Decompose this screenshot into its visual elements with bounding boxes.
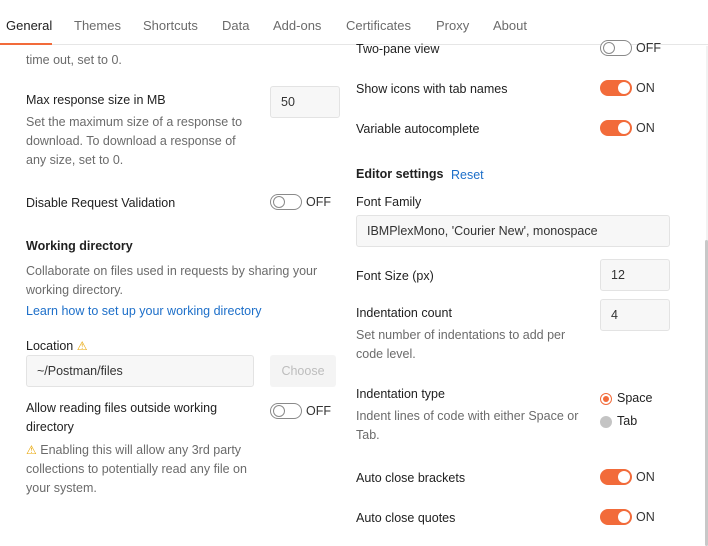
two-pane-state: OFF [636, 41, 661, 55]
indentation-count-value: 4 [611, 308, 618, 322]
warning-icon: ⚠ [26, 443, 37, 457]
auto-close-brackets-label: Auto close brackets [356, 471, 466, 485]
location-input[interactable]: ~/Postman/files [26, 355, 254, 387]
auto-close-brackets-state: ON [636, 470, 655, 484]
font-size-label: Font Size (px) [356, 269, 434, 283]
font-family-input[interactable]: IBMPlexMono, 'Courier New', monospace [356, 215, 670, 247]
disable-validation-state: OFF [306, 195, 331, 209]
tab-certificates[interactable]: Certificates [346, 18, 411, 33]
indentation-type-label: Indentation type [356, 387, 445, 401]
location-label: Location [26, 339, 74, 353]
max-response-label: Max response size in MB [26, 93, 166, 107]
tab-shortcuts[interactable]: Shortcuts [143, 18, 198, 33]
active-tab-indicator [0, 43, 52, 45]
timeout-help-text: time out, set to 0. [26, 53, 122, 67]
tab-themes[interactable]: Themes [74, 18, 121, 33]
show-icons-state: ON [636, 81, 655, 95]
auto-close-quotes-state: ON [636, 510, 655, 524]
indentation-space-label: Space [617, 391, 653, 405]
show-icons-toggle[interactable] [600, 80, 632, 96]
choose-button-label: Choose [281, 364, 325, 378]
font-size-input[interactable]: 12 [600, 259, 670, 291]
location-value: ~/Postman/files [37, 364, 123, 378]
working-directory-help: Collaborate on files used in requests by… [26, 264, 318, 297]
allow-outside-warning: ⚠ Enabling this will allow any 3rd party… [26, 441, 256, 498]
editor-reset-link[interactable]: Reset [451, 168, 484, 182]
editor-settings-heading: Editor settings [356, 167, 444, 181]
show-icons-label: Show icons with tab names [356, 82, 508, 96]
tab-add-ons[interactable]: Add-ons [273, 18, 321, 33]
max-response-value: 50 [281, 95, 295, 109]
indentation-tab-label: Tab [617, 414, 638, 428]
auto-close-brackets-toggle[interactable] [600, 469, 632, 485]
disable-validation-toggle[interactable] [270, 194, 302, 210]
settings-tab-bar: General Themes Shortcuts Data Add-ons Ce… [0, 0, 708, 45]
indentation-space-radio[interactable] [600, 393, 612, 405]
font-family-value: IBMPlexMono, 'Courier New', monospace [367, 224, 598, 238]
tab-about[interactable]: About [493, 18, 527, 33]
working-directory-heading: Working directory [26, 239, 133, 253]
location-label-row: Location ⚠ [26, 339, 88, 353]
variable-autocomplete-toggle[interactable] [600, 120, 632, 136]
indentation-count-label: Indentation count [356, 306, 452, 320]
font-family-label: Font Family [356, 195, 422, 209]
two-pane-label: Two-pane view [356, 42, 440, 56]
auto-close-quotes-toggle[interactable] [600, 509, 632, 525]
working-directory-learn-link[interactable]: Learn how to set up your working directo… [26, 304, 262, 318]
indentation-tab-radio[interactable] [600, 416, 612, 428]
tab-proxy[interactable]: Proxy [436, 18, 469, 33]
allow-outside-toggle[interactable] [270, 403, 302, 419]
allow-outside-warning-text: Enabling this will allow any 3rd party c… [26, 443, 247, 495]
two-pane-toggle[interactable] [600, 40, 632, 56]
indentation-count-help: Set number of indentations to add per co… [356, 328, 566, 361]
disable-validation-label: Disable Request Validation [26, 196, 176, 210]
max-response-input[interactable]: 50 [270, 86, 340, 118]
variable-autocomplete-label: Variable autocomplete [356, 122, 480, 136]
tab-general[interactable]: General [6, 18, 52, 33]
max-response-help: Set the maximum size of a response to do… [26, 115, 243, 167]
tab-data[interactable]: Data [222, 18, 249, 33]
indentation-type-help: Indent lines of code with either Space o… [356, 409, 579, 442]
allow-outside-label: Allow reading files outside working dire… [26, 401, 218, 434]
warning-icon: ⚠ [76, 339, 88, 353]
variable-autocomplete-state: ON [636, 121, 655, 135]
indentation-count-input[interactable]: 4 [600, 299, 670, 331]
allow-outside-state: OFF [306, 404, 331, 418]
font-size-value: 12 [611, 268, 625, 282]
auto-close-quotes-label: Auto close quotes [356, 511, 456, 525]
choose-button[interactable]: Choose [270, 355, 336, 387]
